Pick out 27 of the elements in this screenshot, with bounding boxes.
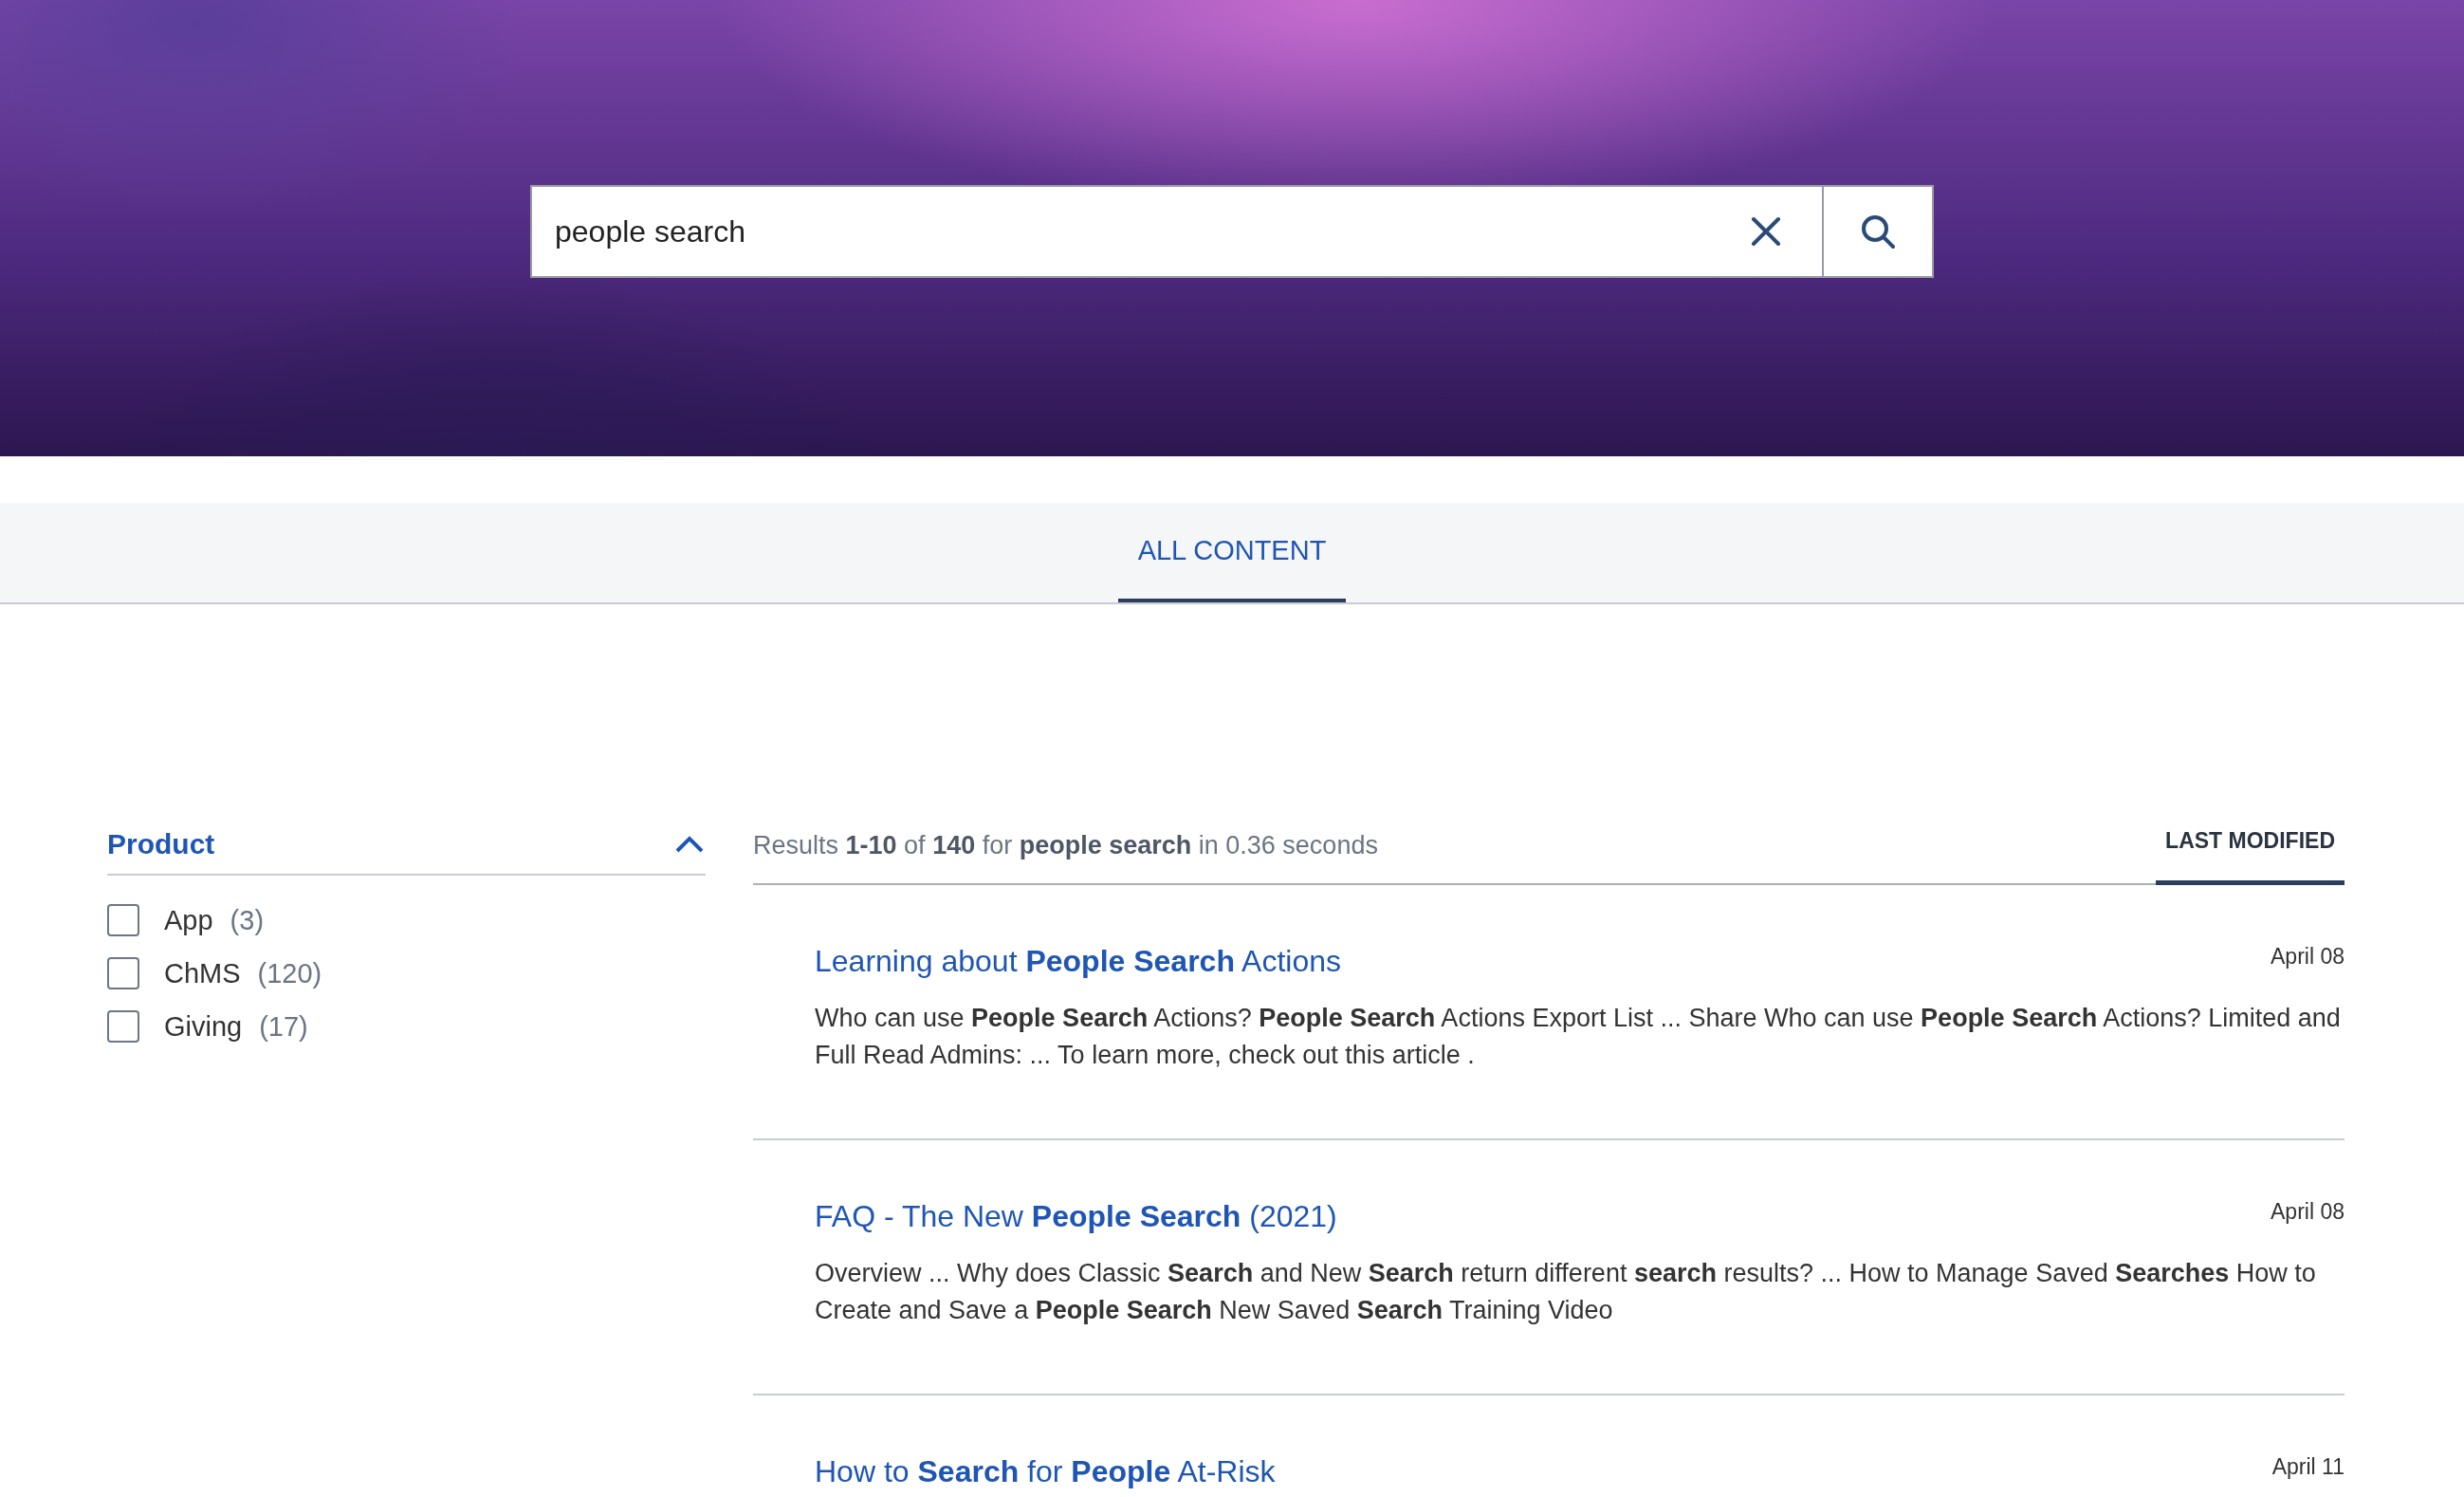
sort-tab[interactable]: LAST MODIFIED <box>2156 828 2344 885</box>
search-button[interactable] <box>1822 185 1934 278</box>
checkbox[interactable] <box>107 957 139 989</box>
result-date: April 11 <box>2271 1454 2344 1480</box>
results-summary: Results 1-10 of 140 for people search in 0.36 seconds <box>753 831 1378 861</box>
result-snippet: Who can use People Search Actions? People Search Actions Export List ... Share Who can use People Search Actions? Limited and Full Read Admins: ... To learn more, check out this article . <box>815 1003 2342 1072</box>
filter-count: (120) <box>257 957 322 989</box>
result-title-link[interactable]: How to Search for People At-Risk <box>815 1454 1276 1489</box>
search-field[interactable]: people search <box>530 185 1710 278</box>
filter-option-label: ChMS <box>164 957 241 989</box>
filter-heading: Product <box>107 828 215 860</box>
checkbox[interactable] <box>107 904 139 936</box>
result-title-link[interactable]: Learning about People Search Actions <box>815 944 1341 979</box>
result-date: April 08 <box>2271 1199 2344 1225</box>
filter-option-label: Giving <box>164 1010 243 1043</box>
result-snippet: Overview ... Why does Classic Search and New Search return different search results? ... How to Manage Saved Searches How to Create and Save a People Search New Saved Search Training Video <box>815 1258 2317 1327</box>
filter-option-label: App <box>164 904 213 936</box>
clear-button[interactable] <box>1710 185 1822 278</box>
result-title-link[interactable]: FAQ - The New People Search (2021) <box>815 1199 1337 1234</box>
search-icon <box>1859 213 1897 250</box>
close-icon <box>1750 215 1782 248</box>
result-date: April 08 <box>2271 944 2344 970</box>
tab[interactable]: ALL CONTENT <box>1118 503 1346 602</box>
filter-count: (17) <box>259 1010 308 1043</box>
checkbox[interactable] <box>107 1010 139 1043</box>
filter-count: (3) <box>230 904 265 936</box>
chevron-icon[interactable] <box>673 834 706 855</box>
